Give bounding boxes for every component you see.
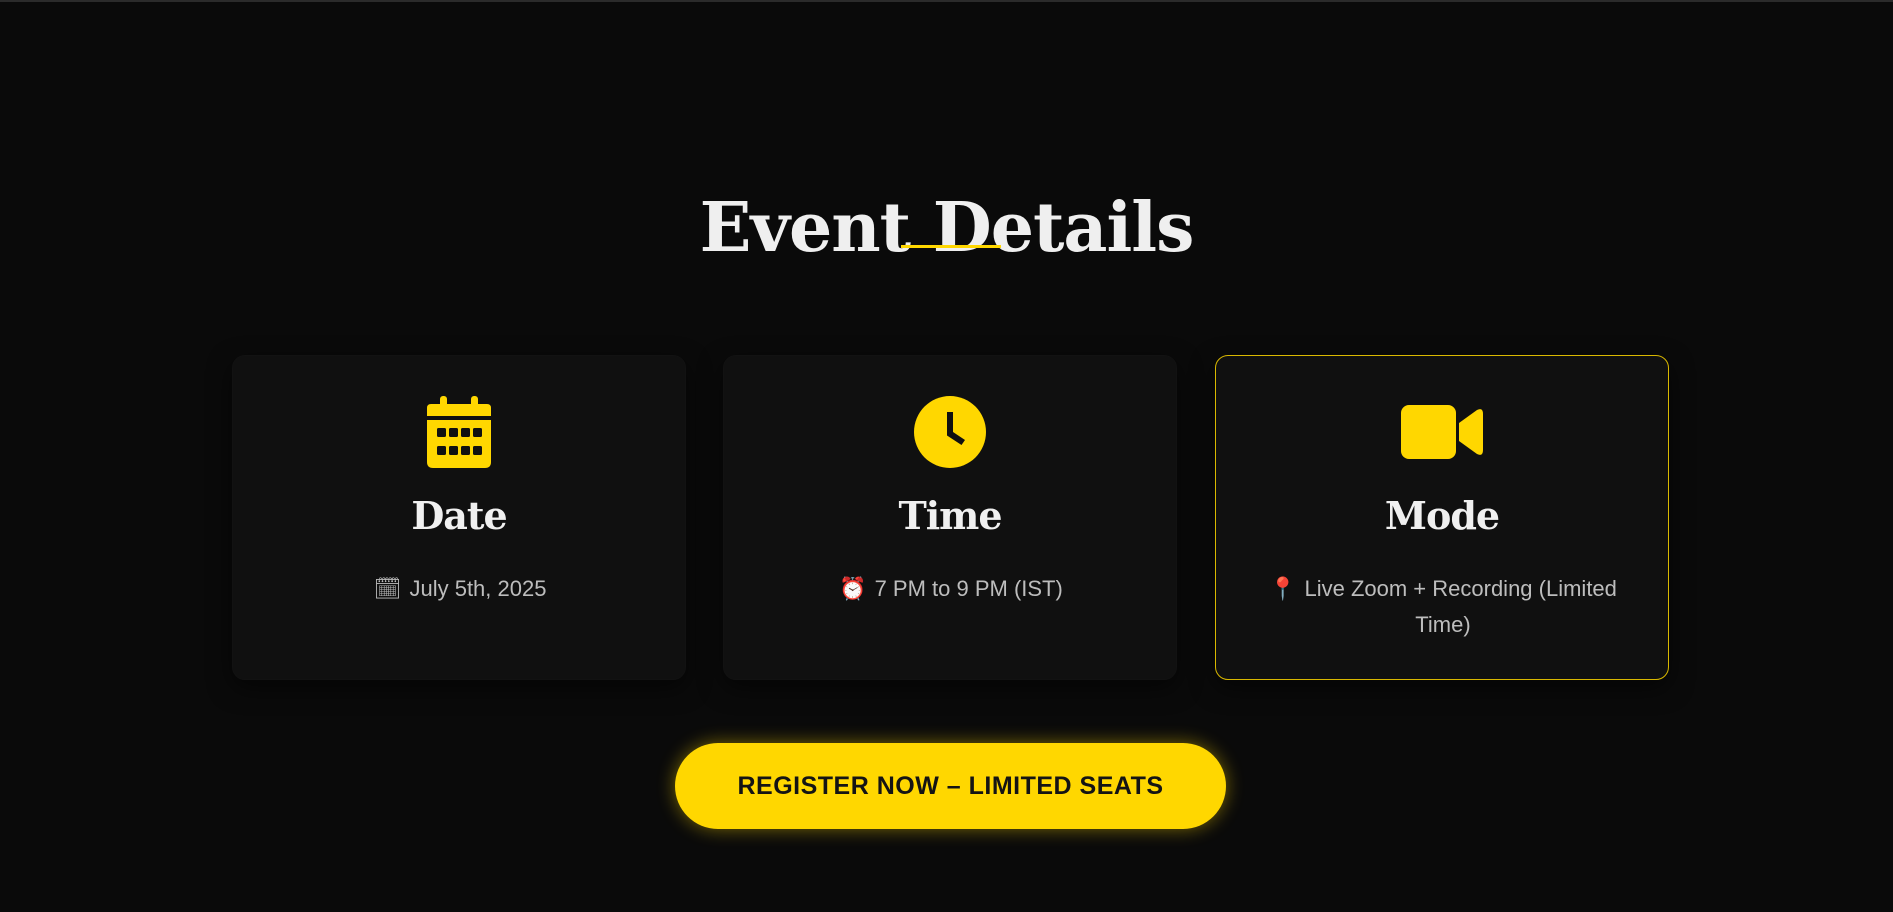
date-card: Date 🗓 July 5th, 2025: [232, 355, 686, 680]
mode-card-title: Mode: [1384, 493, 1500, 538]
register-now-button[interactable]: REGISTER NOW – LIMITED SEATS: [675, 743, 1226, 829]
alarm-clock-emoji-icon: ⏰: [839, 576, 867, 601]
date-card-title: Date: [411, 493, 507, 538]
calendar-icon: [233, 394, 685, 470]
mode-card-text: 📍 Live Zoom + Recording (Limited Time): [1246, 571, 1640, 643]
date-card-text: 🗓 July 5th, 2025: [263, 571, 657, 607]
time-card: Time ⏰ 7 PM to 9 PM (IST): [723, 355, 1177, 680]
time-value: 7 PM to 9 PM (IST): [874, 576, 1063, 601]
title-underline: [901, 245, 1001, 248]
section-title: Event Details: [699, 188, 1195, 269]
event-details-section: Event Details Date 🗓 July 5th, 2025 Time…: [0, 0, 1893, 912]
clock-icon: [724, 394, 1176, 470]
pin-emoji-icon: 📍: [1269, 576, 1297, 601]
mode-value: Live Zoom + Recording (Limited Time): [1304, 576, 1617, 637]
time-card-title: Time: [898, 493, 1002, 538]
calendar-emoji-icon: 🗓: [373, 576, 402, 601]
mode-card: Mode 📍 Live Zoom + Recording (Limited Tim…: [1215, 355, 1669, 680]
date-value: July 5th, 2025: [409, 576, 547, 601]
time-card-text: ⏰ 7 PM to 9 PM (IST): [754, 571, 1148, 607]
video-camera-icon: [1216, 394, 1668, 470]
